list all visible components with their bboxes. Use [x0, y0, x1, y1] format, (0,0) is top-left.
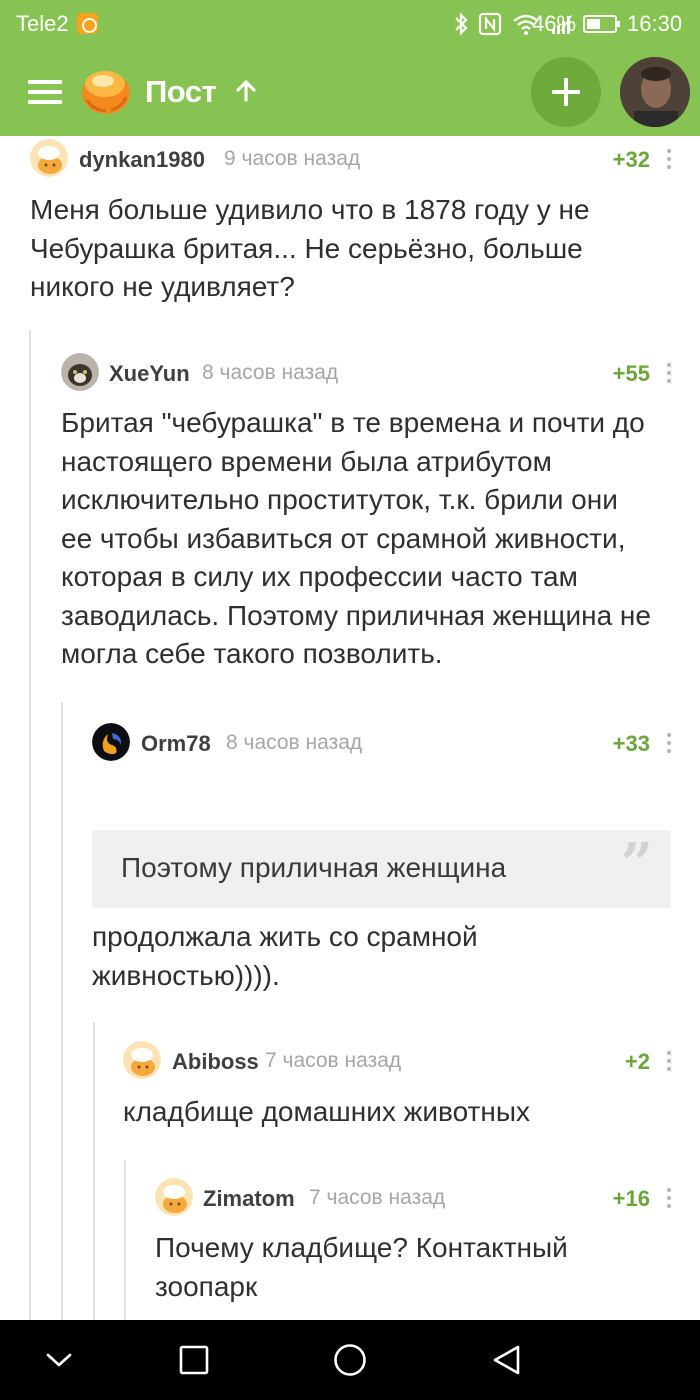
back-icon[interactable]: [467, 1320, 547, 1400]
menu-icon[interactable]: [28, 80, 62, 104]
comment-header: Abiboss 7 часов назад +2: [0, 1041, 700, 1081]
comment-author[interactable]: dynkan1980: [79, 147, 205, 173]
more-options-icon[interactable]: [666, 731, 672, 755]
comment-time: 8 часов назад: [202, 361, 339, 384]
comment-header: XueYun 8 часов назад +55: [0, 353, 700, 393]
more-options-icon[interactable]: [666, 361, 672, 385]
quote-icon: ”: [620, 831, 653, 897]
comment-header: Zimatom 7 часов назад +16: [0, 1178, 700, 1218]
more-options-icon[interactable]: [666, 1186, 672, 1210]
comment-rating: +55: [612, 361, 650, 386]
home-icon[interactable]: [310, 1320, 390, 1400]
battery-percent: 46%: [532, 11, 577, 36]
comment-text: кладбище домашних животных: [123, 1096, 530, 1127]
app-bar: Пост: [0, 48, 700, 136]
comment-author[interactable]: Abiboss: [172, 1049, 259, 1075]
default-avatar-icon[interactable]: [30, 139, 68, 177]
comment-rating: +16: [612, 1186, 650, 1211]
thread-line[interactable]: [29, 330, 31, 1320]
status-bar: Tele2 46% 16:30: [0, 0, 700, 48]
comment-author[interactable]: Orm78: [141, 731, 211, 757]
clock: 16:30: [627, 11, 683, 36]
comment-time: 9 часов назад: [224, 147, 361, 170]
default-avatar-icon[interactable]: [155, 1178, 193, 1216]
arrow-up-icon[interactable]: [233, 78, 259, 104]
bluetooth-icon: [455, 12, 468, 36]
comment-rating: +2: [624, 1049, 650, 1074]
profile-avatar[interactable]: [620, 57, 690, 127]
comment-text: Меня больше удивило что в 1878 году у не…: [30, 194, 590, 302]
comment-header: dynkan1980 9 часов назад +32: [0, 139, 700, 179]
page-title: Пост: [145, 74, 217, 109]
recent-apps-icon[interactable]: [154, 1320, 234, 1400]
user-avatar[interactable]: [92, 723, 130, 761]
nfc-icon: [478, 12, 502, 36]
comment-author[interactable]: XueYun: [109, 361, 190, 387]
pikabu-logo[interactable]: [79, 64, 131, 116]
default-avatar-icon[interactable]: [123, 1041, 161, 1079]
navigation-bar: [0, 1320, 700, 1400]
user-avatar[interactable]: [61, 353, 99, 391]
battery-icon: [583, 15, 620, 33]
comment-text: продолжала жить со срамной живностью))))…: [92, 921, 478, 991]
carrier-name: Tele2: [16, 11, 69, 36]
quote-block: Поэтому приличная женщина ”: [92, 830, 671, 908]
carrier-badge-icon: [77, 13, 98, 34]
comment-time: 8 часов назад: [226, 731, 363, 754]
quote-text: Поэтому приличная женщина: [121, 852, 507, 883]
comment-header: Orm78 8 часов назад +33: [0, 723, 700, 763]
comment-text: Почему кладбище? Контактный зоопарк: [155, 1232, 568, 1302]
more-options-icon[interactable]: [666, 147, 672, 171]
more-options-icon[interactable]: [666, 1049, 672, 1073]
comment-text: Бритая "чебурашка" в те времена и почти …: [61, 407, 651, 669]
add-post-button[interactable]: [531, 57, 601, 127]
comment-rating: +33: [612, 731, 650, 756]
comment-time: 7 часов назад: [309, 1186, 446, 1209]
comment-time: 7 часов назад: [265, 1049, 402, 1072]
avatar-image: [620, 57, 690, 127]
comment-author[interactable]: Zimatom: [203, 1186, 295, 1212]
chevron-down-icon[interactable]: [19, 1320, 99, 1400]
thread-line[interactable]: [61, 702, 63, 1320]
comment-rating: +32: [612, 147, 650, 172]
